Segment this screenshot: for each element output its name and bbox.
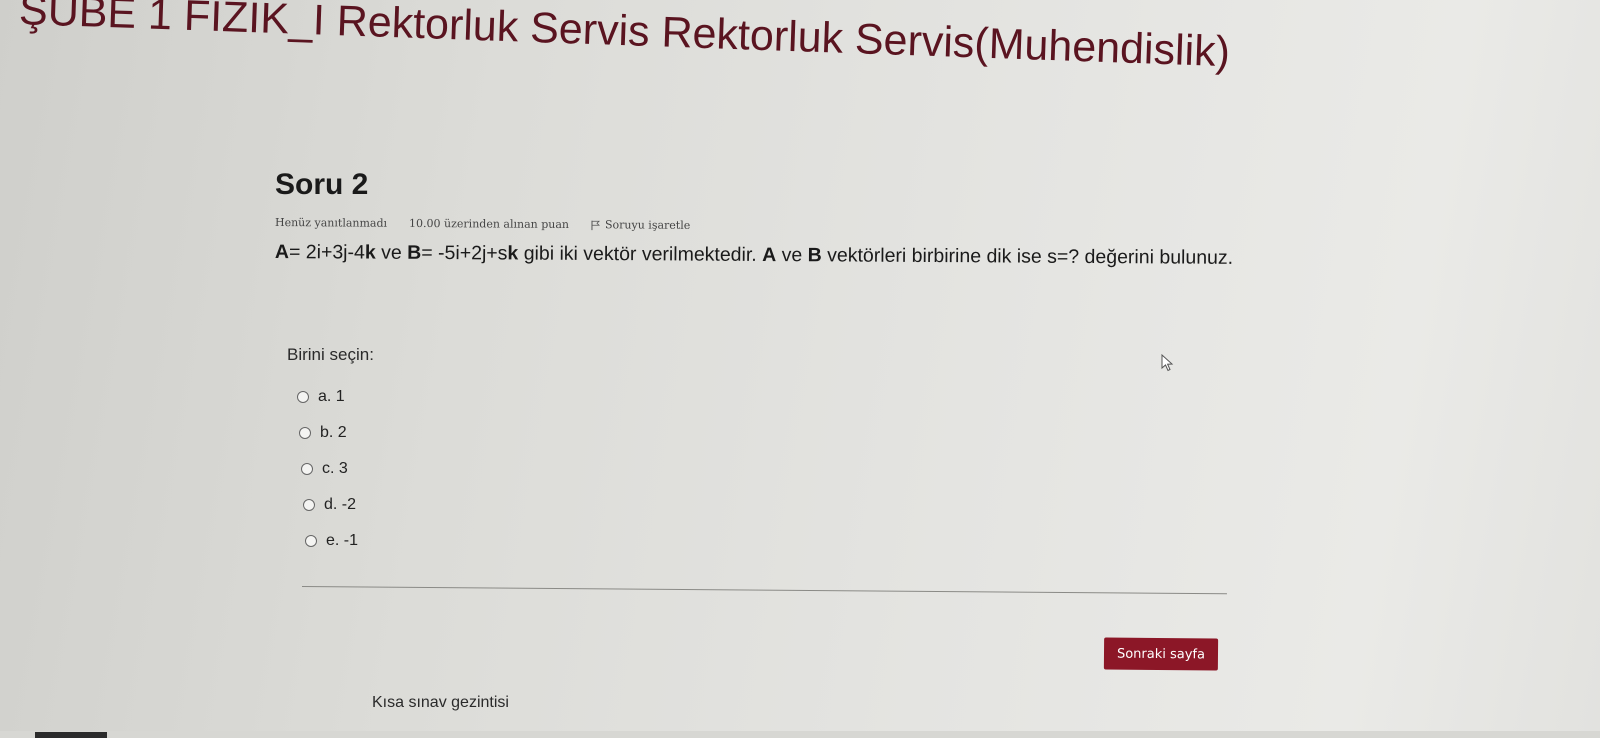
answer-label: d. -2 bbox=[324, 496, 357, 513]
answer-option-c[interactable]: c. 3 bbox=[301, 451, 374, 487]
question-text: A= 2i+3j-4k ve B= -5i+2j+sk gibi iki vek… bbox=[275, 237, 1275, 273]
course-title: ŞUBE 1 FİZİK_I Rektorluk Servis Rektorlu… bbox=[18, 0, 1231, 77]
page-header: ŞUBE 1 FİZİK_I Rektorluk Servis Rektorlu… bbox=[0, 0, 1600, 96]
answer-block: Birini seçin: a. 1 b. 2 c. 3 d. -2 e. -1 bbox=[287, 345, 374, 559]
text-ve: ve bbox=[375, 241, 408, 264]
divider bbox=[301, 586, 1227, 595]
flag-question-link[interactable]: Soruyu işaretle bbox=[591, 218, 690, 232]
vector-a-expression: = 2i+3j-4 bbox=[288, 241, 365, 264]
radio-button[interactable] bbox=[297, 391, 309, 403]
answer-label: e. -1 bbox=[326, 532, 359, 549]
mouse-pointer-icon bbox=[1161, 354, 1174, 372]
vector-a-label: A bbox=[274, 240, 290, 264]
answer-option-d[interactable]: d. -2 bbox=[303, 487, 374, 523]
answer-label: b. 2 bbox=[320, 424, 347, 441]
text-middle: gibi iki vektör verilmektedir. bbox=[518, 242, 763, 266]
question-marks: 10.00 üzerinden alınan puan bbox=[409, 216, 570, 232]
question-number: Soru 2 bbox=[275, 168, 369, 201]
vector-a-k: k bbox=[364, 241, 376, 264]
flag-question-label: Soruyu işaretle bbox=[604, 218, 691, 232]
next-page-button[interactable]: Sonraki sayfa bbox=[1103, 637, 1219, 671]
radio-button[interactable] bbox=[299, 427, 311, 439]
flag-icon bbox=[591, 220, 601, 230]
vector-b-label-2: B bbox=[807, 244, 822, 267]
text-end: vektörleri birbirine dik ise s=? değerin… bbox=[821, 244, 1234, 269]
vector-b-expression: = -5i+2j+s bbox=[421, 241, 508, 265]
question-info: Henüz yanıtlanmadı 10.00 üzerinden alına… bbox=[275, 216, 1275, 236]
question-status: Henüz yanıtlanmadı bbox=[274, 216, 388, 230]
question-block: Soru 2 Henüz yanıtlanmadı 10.00 üzerinde… bbox=[275, 168, 1275, 269]
radio-button[interactable] bbox=[301, 463, 313, 475]
answer-label: a. 1 bbox=[318, 388, 345, 405]
answer-option-a[interactable]: a. 1 bbox=[297, 379, 374, 415]
text-ve-2: ve bbox=[776, 244, 808, 267]
answer-option-e[interactable]: e. -1 bbox=[305, 523, 374, 559]
radio-button[interactable] bbox=[305, 535, 317, 547]
vector-b-k: k bbox=[507, 242, 519, 265]
quiz-navigation-title: Kısa sınav gezintisi bbox=[372, 694, 509, 711]
quiz-nav-button-strip[interactable] bbox=[35, 732, 107, 738]
vector-a-label-2: A bbox=[762, 243, 777, 267]
radio-button[interactable] bbox=[303, 499, 315, 511]
answer-prompt: Birini seçin: bbox=[287, 345, 374, 364]
answer-option-b[interactable]: b. 2 bbox=[299, 415, 374, 451]
vector-b-label: B bbox=[407, 241, 422, 264]
bottom-strip bbox=[0, 731, 1600, 738]
answer-label: c. 3 bbox=[322, 460, 348, 477]
